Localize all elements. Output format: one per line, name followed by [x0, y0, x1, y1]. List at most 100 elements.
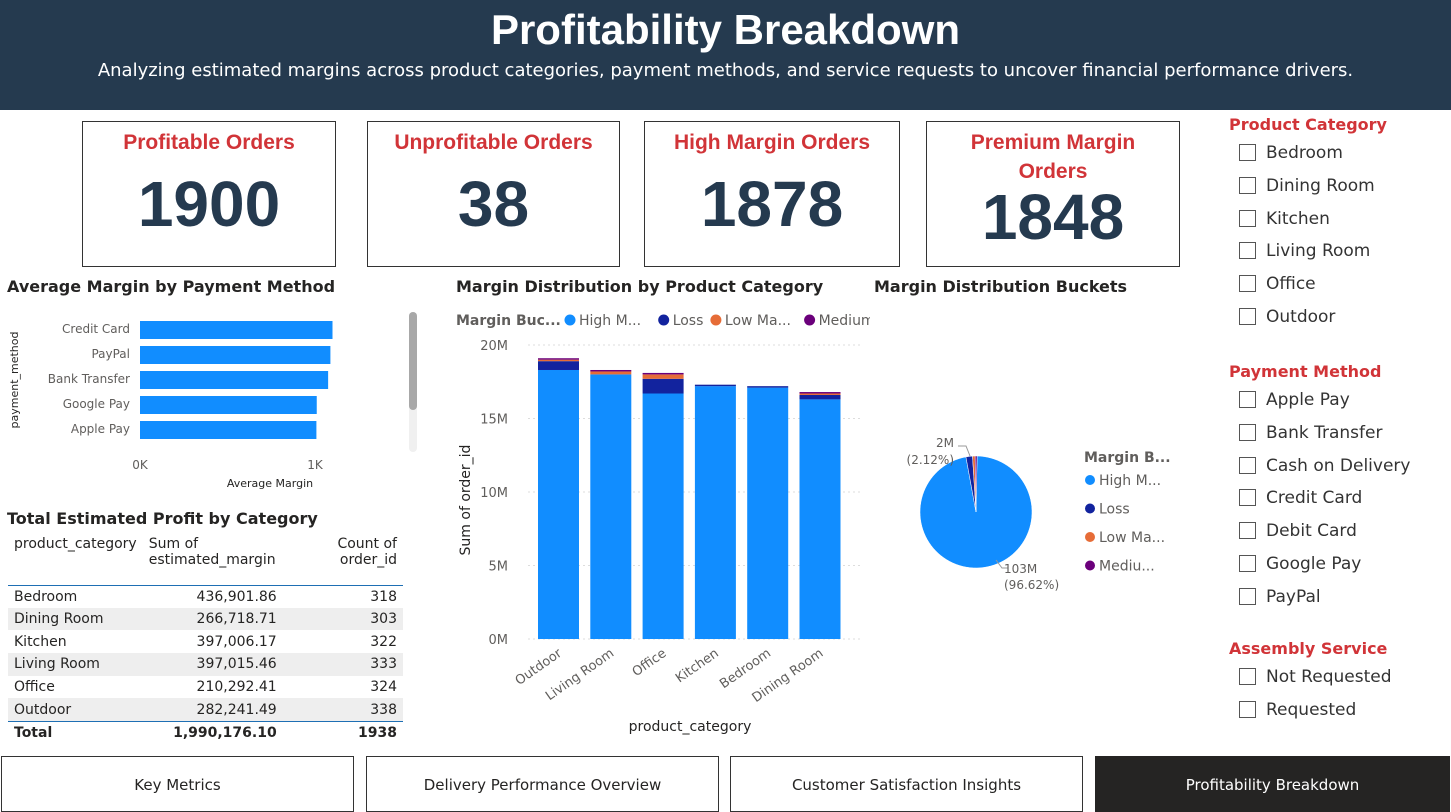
legend-marker-loss [658, 314, 670, 326]
slicer-item-requested[interactable]: Requested [1229, 694, 1439, 727]
column-header-category[interactable]: product_category [8, 534, 143, 586]
checkbox[interactable] [1239, 209, 1256, 227]
legend-label-mediu: Mediu... [1099, 559, 1155, 575]
y-axis-label: payment_method [8, 332, 21, 429]
legend-marker-low-ma [710, 314, 722, 326]
table-row[interactable]: Outdoor 282,241.49 338 [8, 698, 403, 722]
slicer-item-outdoor[interactable]: Outdoor [1229, 301, 1439, 334]
bar-segment-office-loss[interactable] [642, 378, 684, 394]
checkbox[interactable] [1239, 176, 1256, 194]
slicer-item-cash-on-delivery[interactable]: Cash on Delivery [1229, 450, 1439, 483]
bar-segment-office-low-ma[interactable] [642, 374, 684, 379]
bar-credit-card[interactable] [140, 321, 333, 339]
kpi-value: 1848 [981, 181, 1125, 253]
legend-label-medium: Medium... [819, 313, 870, 329]
kpi-card-profitable-orders[interactable]: Profitable Orders 1900 [82, 121, 336, 267]
bar-google-pay[interactable] [140, 396, 317, 414]
payment-chart-scrollbar-thumb[interactable] [409, 312, 417, 410]
payment-bar-chart[interactable]: Credit Card PayPal Bank Transfer Google Pay… [0, 300, 410, 495]
bar-segment-living-room-low-ma[interactable] [590, 371, 632, 375]
column-header-count[interactable]: Count of order_id [282, 534, 403, 586]
category-stacked-bar-chart[interactable]: Margin Buc... High M... Loss Low Ma... Mediu… [450, 305, 870, 740]
slicer-item-debit-card[interactable]: Debit Card [1229, 515, 1439, 548]
slicer-item-paypal[interactable]: PayPal [1229, 581, 1439, 614]
slicer-item-bedroom[interactable]: Bedroom [1229, 137, 1439, 170]
slicer-item-office[interactable]: Office [1229, 268, 1439, 301]
table-row[interactable]: Kitchen 397,006.17 322 [8, 630, 403, 653]
bar-segment-dining-room-low-ma[interactable] [799, 393, 841, 395]
cell-category: Outdoor [8, 698, 143, 722]
checkbox[interactable] [1239, 242, 1256, 260]
checkbox[interactable] [1239, 668, 1256, 685]
checkbox[interactable] [1239, 522, 1256, 540]
table-row[interactable]: Bedroom 436,901.86 318 [8, 585, 403, 608]
table-row[interactable]: Dining Room 266,718.71 303 [8, 607, 403, 631]
table-row[interactable]: Living Room 397,015.46 333 [8, 653, 403, 676]
kpi-card-unprofitable-orders[interactable]: Unprofitable Orders 38 [367, 121, 620, 267]
checkbox[interactable] [1239, 700, 1256, 718]
slicer-item-apple-pay[interactable]: Apple Pay [1229, 384, 1439, 417]
slicer-item-credit-card[interactable]: Credit Card [1229, 482, 1439, 515]
y-tick-label: 5M [489, 560, 509, 575]
checkbox[interactable] [1239, 587, 1256, 605]
legend-title: Margin Buc... [456, 313, 561, 329]
checkbox[interactable] [1239, 144, 1256, 161]
bar-segment-outdoor-loss[interactable] [538, 361, 579, 370]
nav-button-delivery-performance[interactable]: Delivery Performance Overview [366, 756, 719, 812]
bar-segment-living-room-medium[interactable] [590, 369, 632, 372]
y-tick-label-bank-transfer: Bank Transfer [48, 372, 130, 386]
slicer-item-bank-transfer[interactable]: Bank Transfer [1229, 417, 1439, 450]
bar-segment-outdoor-medium[interactable] [538, 358, 579, 360]
checkbox[interactable] [1239, 456, 1256, 474]
checkbox[interactable] [1239, 275, 1256, 293]
bar-segment-bedroom-high-m[interactable] [747, 387, 789, 639]
slicer-item-google-pay[interactable]: Google Pay [1229, 548, 1439, 581]
kpi-card-high-margin-orders[interactable]: High Margin Orders 1878 [644, 121, 900, 267]
bar-segment-dining-room-loss[interactable] [799, 394, 841, 400]
kpi-card-premium-margin-orders[interactable]: Premium Margin Orders 1848 [926, 121, 1180, 267]
y-tick-label-paypal: PayPal [91, 347, 130, 361]
cell-margin: 436,901.86 [196, 588, 277, 605]
bar-segment-living-room-high-m[interactable] [590, 374, 632, 639]
nav-button-profitability-breakdown[interactable]: Profitability Breakdown [1095, 756, 1450, 812]
slicer-item-kitchen[interactable]: Kitchen [1229, 203, 1439, 236]
bar-bank-transfer[interactable] [140, 371, 329, 389]
buckets-pie-chart[interactable]: 103M (96.62%) 2M (2.12%) Margin B... High M..… [874, 420, 1174, 610]
nav-button-key-metrics[interactable]: Key Metrics [1, 756, 354, 812]
bar-paypal[interactable] [140, 346, 331, 364]
table-row[interactable]: Office 210,292.41 324 [8, 676, 403, 699]
page-subtitle: Analyzing estimated margins across produ… [97, 60, 1354, 81]
slicer-item-dining-room[interactable]: Dining Room [1229, 170, 1439, 203]
bar-segment-bedroom-loss[interactable] [747, 386, 789, 388]
profit-table[interactable]: product_category Sum of estimated_margin… [8, 534, 403, 746]
slicer-item-living-room[interactable]: Living Room [1229, 235, 1439, 268]
checkbox[interactable] [1239, 307, 1256, 325]
profit-table-title: Total Estimated Profit by Category [7, 509, 318, 528]
bar-segment-kitchen-loss[interactable] [694, 384, 736, 387]
slicer-item-not-requested[interactable]: Not Requested [1229, 661, 1439, 694]
bar-segment-office-medium[interactable] [642, 372, 684, 375]
bar-segment-dining-room-high-m[interactable] [799, 399, 841, 639]
column-header-margin[interactable]: Sum of estimated_margin [142, 534, 283, 586]
bar-segment-office-high-m[interactable] [642, 393, 684, 639]
nav-button-customer-satisfaction[interactable]: Customer Satisfaction Insights [730, 756, 1083, 812]
legend-label-loss: Loss [1099, 502, 1130, 518]
checkbox[interactable] [1239, 391, 1256, 408]
legend-marker-low-ma [1085, 532, 1095, 542]
checkbox[interactable] [1239, 554, 1256, 572]
kpi-value: 1900 [137, 168, 281, 240]
cell-total-label: Total [8, 720, 143, 746]
y-tick-label: 15M [480, 413, 508, 428]
checkbox[interactable] [1239, 489, 1256, 507]
bar-segment-kitchen-high-m[interactable] [694, 386, 736, 639]
checkbox[interactable] [1239, 423, 1256, 441]
bar-segment-outdoor-low-ma[interactable] [538, 359, 579, 362]
cell-count: 338 [282, 698, 403, 722]
x-tick-label-office: Office [630, 646, 670, 680]
bar-segment-dining-room-medium[interactable] [799, 392, 841, 394]
y-axis-label: Sum of order_id [458, 445, 474, 556]
bar-apple-pay[interactable] [140, 421, 317, 439]
table-total-row: Total 1,990,176.10 1938 [8, 720, 403, 746]
bar-segment-outdoor-high-m[interactable] [538, 369, 579, 639]
legend-marker-loss [1085, 503, 1095, 514]
